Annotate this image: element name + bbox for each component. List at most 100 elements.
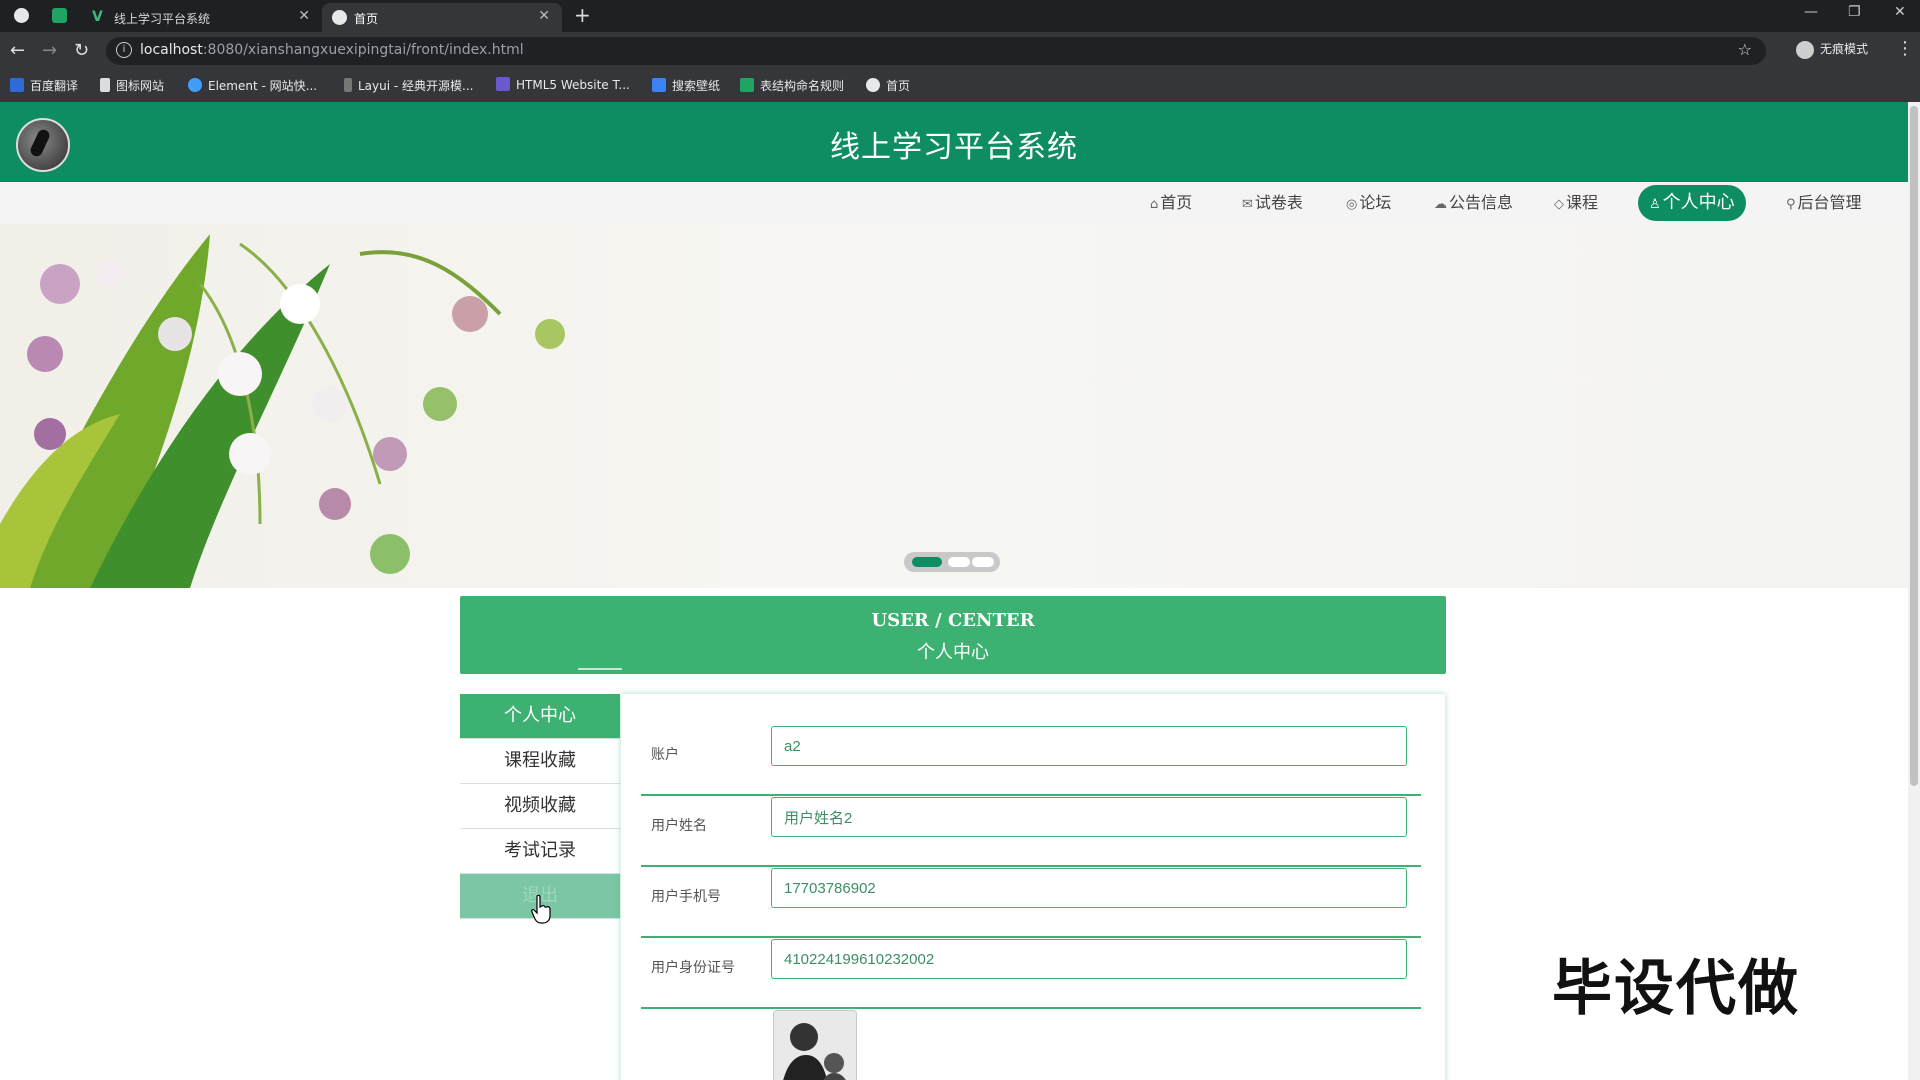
address-bar[interactable]: i localhost:8080/xianshangxuexipingtai/f… (106, 37, 1766, 65)
menu-item-exam-records[interactable]: 考试记录 (460, 829, 620, 874)
nav-announcements[interactable]: ☁ 公告信息 (1434, 191, 1513, 215)
nav-courses[interactable]: ◇ 课程 (1554, 191, 1598, 215)
bookmark-item[interactable]: HTML5 Website T... (496, 77, 630, 92)
user-center-title-cn: 个人中心 (917, 642, 989, 663)
divider (578, 668, 622, 670)
id-number-field[interactable] (771, 939, 1407, 979)
menu-item-course-favorites[interactable]: 课程收藏 (460, 739, 620, 784)
incognito-icon (1796, 40, 1814, 59)
cloud-icon: ☁ (1434, 197, 1447, 212)
form-row-id-number: 用户身份证号 (641, 937, 1421, 1009)
user-center-title-en: USER / CENTER (871, 610, 1035, 631)
bookmark-item[interactable]: 百度翻译 (10, 77, 78, 94)
carousel-banner[interactable] (0, 224, 1908, 588)
tag-icon: ◇ (1554, 197, 1564, 212)
nav-label: 首页 (1160, 193, 1193, 212)
nav-label: 后台管理 (1797, 193, 1862, 212)
tab-home[interactable]: 首页 ✕ (322, 3, 562, 32)
carousel-dot[interactable] (948, 557, 970, 567)
bookmark-label: 表结构命名规则 (760, 79, 845, 93)
carousel-dot[interactable] (972, 557, 994, 567)
nav-label: 个人中心 (1662, 192, 1735, 213)
bookmarks-bar: 百度翻译 图标网站 Element - 网站快... Layui - 经典开源模… (0, 70, 1920, 103)
url-path: :8080/xianshangxuexipingtai/front/index.… (202, 42, 524, 58)
form-row-name: 用户姓名 (641, 795, 1421, 867)
bookmark-item[interactable]: 图标网站 (100, 77, 164, 94)
vue-icon: V (92, 9, 103, 25)
incognito-indicator[interactable]: 无痕模式 (1796, 40, 1868, 59)
avatar-upload[interactable] (773, 1010, 857, 1080)
scrollbar-thumb[interactable] (1910, 106, 1918, 786)
element-icon (188, 78, 202, 92)
phone-label: 用户手机号 (651, 889, 721, 905)
user-center-menu: 个人中心 课程收藏 视频收藏 考试记录 退出 (460, 694, 620, 919)
nav-label: 论坛 (1359, 193, 1392, 212)
bookmark-label: 首页 (886, 79, 911, 93)
nav-label: 试卷表 (1254, 193, 1303, 212)
form-row-phone: 用户手机号 (641, 866, 1421, 938)
account-field[interactable] (771, 726, 1407, 766)
url-text[interactable]: localhost:8080/xianshangxuexipingtai/fro… (140, 42, 524, 58)
close-icon[interactable]: ✕ (298, 8, 310, 24)
sheets-icon (740, 78, 754, 92)
user-center-header: USER / CENTER 个人中心 (460, 596, 1446, 674)
carousel-dot[interactable] (912, 557, 942, 567)
bookmark-item[interactable]: Layui - 经典开源模... (344, 77, 473, 94)
watermark-text: 毕设代做 (1552, 954, 1800, 1024)
nav-home[interactable]: ⌂ 首页 (1150, 191, 1192, 215)
bookmark-item[interactable]: 搜索壁纸 (652, 77, 720, 94)
html5-icon (496, 77, 510, 91)
bookmark-item[interactable]: 表结构命名规则 (740, 77, 844, 94)
nav-label: 公告信息 (1449, 193, 1514, 212)
wallpaper-icon (652, 78, 666, 92)
site-title: 线上学习平台系统 (830, 130, 1078, 165)
menu-item-video-favorites[interactable]: 视频收藏 (460, 784, 620, 829)
profile-form: 账户 用户姓名 用户手机号 用户身份证号 (621, 694, 1445, 1080)
back-icon[interactable]: ← (10, 40, 25, 61)
bookmark-label: HTML5 Website T... (516, 78, 630, 92)
flag-icon (100, 78, 110, 92)
globe-icon (866, 78, 880, 92)
browser-menu-icon[interactable]: ⋮ (1896, 38, 1914, 59)
form-row-account: 账户 (641, 724, 1421, 796)
id-number-label: 用户身份证号 (651, 960, 735, 976)
sheets-tab-icon[interactable] (52, 8, 67, 23)
bookmark-label: 图标网站 (116, 79, 165, 93)
nav-exam-papers[interactable]: ✉ 试卷表 (1242, 191, 1303, 215)
bookmark-label: Layui - 经典开源模... (358, 79, 474, 93)
home-icon: ⌂ (1150, 197, 1159, 212)
phone-field[interactable] (771, 868, 1407, 908)
page-viewport: 线上学习平台系统 ⌂ 首页 ✉ 试卷表 ◎ 论坛 ☁ 公告信息 ◇ 课程 ♙ 个人中心 ⚲ 后… (0, 102, 1908, 1080)
minimize-icon[interactable]: — (1804, 4, 1818, 20)
nav-label: 课程 (1566, 193, 1599, 212)
bookmark-label: Element - 网站快... (208, 79, 318, 93)
account-label: 账户 (651, 747, 679, 763)
info-icon[interactable]: i (116, 42, 132, 58)
browser-profile-icon[interactable] (14, 8, 29, 23)
layui-icon (344, 78, 352, 92)
carousel-indicator (904, 552, 1000, 572)
url-host: localhost (140, 42, 203, 58)
forward-icon[interactable]: → (42, 40, 57, 61)
translate-icon (10, 78, 24, 92)
restore-icon[interactable]: ❐ (1848, 4, 1861, 20)
close-icon[interactable]: ✕ (538, 8, 550, 24)
lily-flowers-image (0, 234, 565, 588)
bookmark-item[interactable]: Element - 网站快... (188, 77, 317, 94)
site-header: 线上学习平台系统 (0, 102, 1908, 182)
nav-forum[interactable]: ◎ 论坛 (1346, 191, 1391, 215)
bookmark-star-icon[interactable]: ☆ (1738, 40, 1752, 59)
bookmark-label: 搜索壁纸 (672, 79, 721, 93)
page-scrollbar[interactable] (1908, 102, 1920, 1080)
bookmark-item[interactable]: 首页 (866, 77, 910, 94)
nav-user-center[interactable]: ♙ 个人中心 (1638, 185, 1746, 221)
tab-label: 线上学习平台系统 (114, 12, 211, 26)
reload-icon[interactable]: ↻ (74, 40, 89, 61)
tab-label: 首页 (354, 12, 379, 26)
menu-item-profile[interactable]: 个人中心 (460, 694, 620, 739)
tab-platform[interactable]: V 线上学习平台系统 ✕ (82, 3, 322, 32)
name-field[interactable] (771, 797, 1407, 837)
new-tab-icon[interactable]: + (574, 3, 591, 27)
nav-admin[interactable]: ⚲ 后台管理 (1786, 191, 1862, 215)
window-close-icon[interactable]: ✕ (1894, 4, 1906, 20)
